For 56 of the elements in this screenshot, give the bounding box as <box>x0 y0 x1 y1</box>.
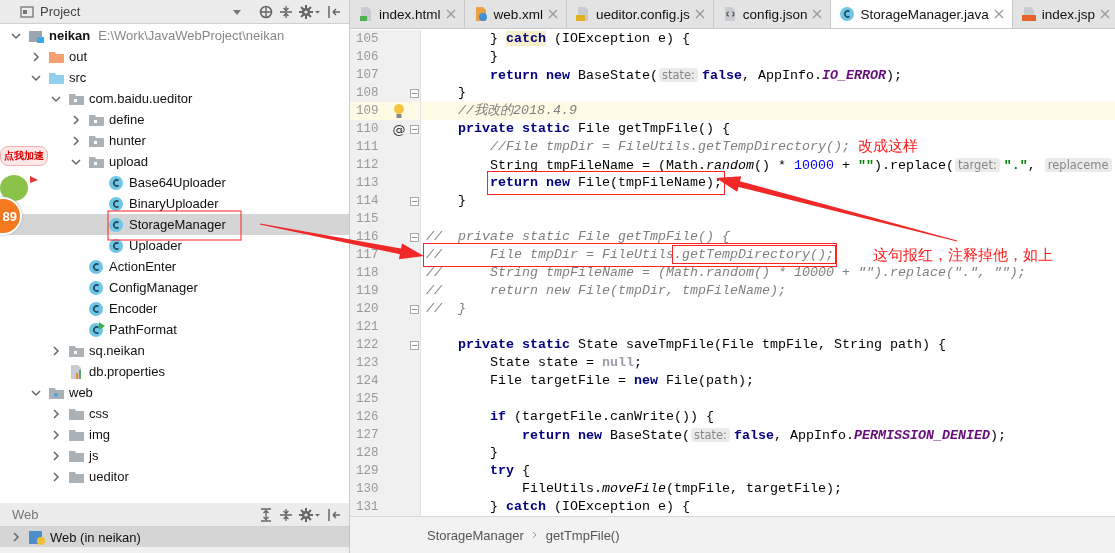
code-line: } catch (IOException e) { <box>490 30 690 48</box>
line-number: 129 <box>355 464 380 478</box>
line-number: 105 <box>355 32 380 46</box>
code-line: // private static File getTmpFile() { <box>426 228 730 246</box>
line-number: 122 <box>355 338 380 352</box>
line-number: 131 <box>355 500 380 514</box>
line-number: 110 <box>355 122 380 136</box>
code-line: try { <box>490 462 530 480</box>
code-line: } <box>458 192 466 210</box>
line-number: 128 <box>355 446 380 460</box>
line-number: 124 <box>355 374 380 388</box>
line-number: 109 <box>355 104 380 118</box>
code-line: File targetFile = new File(path); <box>490 372 754 390</box>
annotation-text: 改成这样 <box>858 138 918 154</box>
line-number: 121 <box>355 320 380 334</box>
line-number: 116 <box>355 230 380 244</box>
code-line: //我改的2018.4.9 <box>458 102 577 120</box>
line-number: 119 <box>355 284 380 298</box>
code-line: FileUtils.moveFile(tmpFile, targetFile); <box>522 480 842 498</box>
panel-title: Project <box>40 4 81 19</box>
code-line: private static File getTmpFile() { <box>458 120 730 138</box>
code-line: // return new File(tmpDir, tmpFileName); <box>426 282 786 300</box>
line-number: 125 <box>355 392 380 406</box>
annotation-text: 这句报红，注释掉他，如上 <box>873 247 1053 263</box>
code-line: // String tmpFileName = (Math.random() * 10000 + "").replace(".", ""); <box>426 264 1026 282</box>
code-line: return new BaseState( state: false, AppInfo.IO_ERROR); <box>490 67 902 84</box>
code-line: // File tmpDir = FileUtils.getTempDirectory(); <box>426 246 834 264</box>
code-line: return new BaseState( state: false, AppInfo.PERMISSION_DENIED); <box>522 427 1006 444</box>
code-line: State state = null; <box>490 354 642 372</box>
line-number: 115 <box>355 212 380 226</box>
line-number: 111 <box>355 140 380 154</box>
line-number: 118 <box>355 266 380 280</box>
line-number: 126 <box>355 410 380 424</box>
line-number: 113 <box>355 176 380 190</box>
line-number: 112 <box>355 158 380 172</box>
code-line: } <box>458 84 466 102</box>
line-number: 130 <box>355 482 380 496</box>
code-line: String tmpFileName = (Math.random() * 10000 + "").replace( target: ".", replaceme <box>490 156 1115 174</box>
panel-title: Web <box>12 507 39 522</box>
line-number: 123 <box>355 356 380 370</box>
code-line: // } <box>426 300 466 318</box>
line-number: 107 <box>355 68 380 82</box>
code-line: if (targetFile.canWrite()) { <box>490 408 714 426</box>
project-path: E:\Work\JavaWebProject\neikan <box>98 28 285 43</box>
line-number: 117 <box>355 248 380 262</box>
code-line: //File tmpDir = FileUtils.getTempDirectory(); <box>490 138 850 156</box>
line-number: 106 <box>355 50 380 64</box>
code-line: } <box>490 48 498 66</box>
code-line: } catch (IOException e) { <box>490 498 690 516</box>
line-number: 127 <box>355 428 380 442</box>
line-number: 108 <box>355 86 380 100</box>
code-line: private static State saveTmpFile(File tmpFile, String path) { <box>458 336 946 354</box>
line-number: 120 <box>355 302 380 316</box>
code-line: return new File(tmpFileName); <box>490 174 722 192</box>
line-number: 114 <box>355 194 380 208</box>
code-line: } <box>490 444 498 462</box>
